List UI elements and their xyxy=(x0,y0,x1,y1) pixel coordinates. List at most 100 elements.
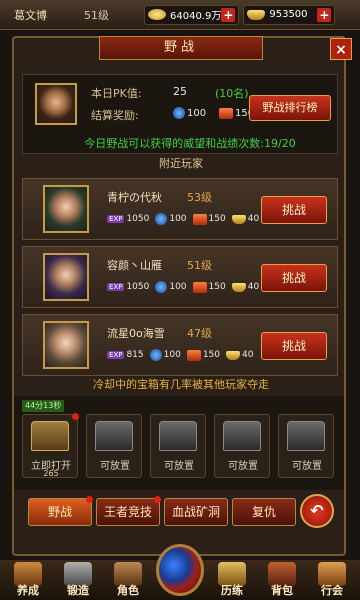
nav-label: 背包 xyxy=(271,584,293,597)
self-avatar xyxy=(35,83,77,125)
challenge-button[interactable]: 挑战 xyxy=(261,332,327,360)
ingot-value: 40 xyxy=(242,350,254,360)
reward-orb-value: 100 xyxy=(187,107,207,119)
orb-value: 100 xyxy=(163,350,181,360)
opponent-level: 53级 xyxy=(187,191,212,204)
merit-badge-icon xyxy=(186,349,201,361)
challenge-button[interactable]: 挑战 xyxy=(261,196,327,224)
tab-blood-mine[interactable]: 血战矿洞 xyxy=(164,498,228,526)
opponent-rewards: EXP 1050 100 150 40 xyxy=(107,213,265,225)
nearby-players-title: 附近玩家 xyxy=(159,157,203,170)
nav-forge[interactable]: 锻造 xyxy=(56,560,100,600)
chest-label: 可放置 xyxy=(164,461,194,472)
chest-slot-empty[interactable]: 可放置 xyxy=(150,414,206,478)
merit-badge-icon xyxy=(192,281,207,293)
exp-value: 815 xyxy=(126,350,144,360)
chest-cost: 265 xyxy=(43,469,59,478)
add-gold-button[interactable]: + xyxy=(317,7,332,22)
exp-icon: EXP xyxy=(107,351,125,359)
panel-title: 野战 xyxy=(99,36,263,60)
back-button[interactable]: ↶ xyxy=(300,494,334,528)
close-button[interactable]: × xyxy=(330,38,352,60)
top-status-bar: 葛文博 51级 64040.9万 + 953500 + xyxy=(0,0,360,30)
nav-label: 行会 xyxy=(321,584,343,597)
notification-dot xyxy=(86,496,93,503)
nav-bag[interactable]: 背包 xyxy=(260,560,304,600)
field-battle-panel: 野战 × 本日PK值: 25 (10名) 结算奖励: 100 150 野战排行榜… xyxy=(12,36,352,556)
prestige-orb-icon xyxy=(155,213,168,225)
chest-icon xyxy=(31,421,69,451)
opponent-name: 青柠の代秋 xyxy=(107,191,162,204)
chest-label: 可放置 xyxy=(100,461,130,472)
badge-value: 150 xyxy=(202,350,221,360)
player-level: 51级 xyxy=(84,8,109,22)
silver-coin-icon xyxy=(148,9,166,20)
chest-icon xyxy=(223,421,261,451)
player-name: 葛文博 xyxy=(14,8,47,22)
field-ranking-button[interactable]: 野战排行榜 xyxy=(249,95,331,121)
notification-dot xyxy=(72,413,79,420)
silver-resource: 64040.9万 + xyxy=(144,4,240,25)
silver-amount: 64040.9万 xyxy=(170,11,222,22)
exp-value: 1050 xyxy=(126,214,150,224)
opponent-avatar xyxy=(43,185,89,233)
chest-icon xyxy=(159,421,197,451)
pk-label: 本日PK值: xyxy=(91,87,142,100)
tab-field-battle[interactable]: 野战 xyxy=(28,498,92,526)
nav-training[interactable]: 历练 xyxy=(210,560,254,600)
chest-icon xyxy=(287,421,325,451)
opponent-avatar xyxy=(43,253,89,301)
prestige-orb-icon xyxy=(149,349,162,361)
nav-label: 锻造 xyxy=(67,584,89,597)
notification-dot xyxy=(154,496,161,503)
nav-character[interactable]: 角色 xyxy=(106,560,150,600)
chest-icon xyxy=(95,421,133,451)
orb-value: 100 xyxy=(169,282,187,292)
gold-ingot-icon xyxy=(231,282,246,292)
nav-label: 历练 xyxy=(221,584,243,597)
tab-revenge[interactable]: 复仇 xyxy=(232,498,296,526)
opponent-card: 流星0o海雪 47级 EXP 815 100 150 40 挑战 xyxy=(22,314,338,376)
opponent-name: 流星0o海雪 xyxy=(107,327,165,340)
pk-rank: (10名) xyxy=(215,87,249,100)
pk-info-box: 本日PK值: 25 (10名) 结算奖励: 100 150 野战排行榜 今日野战… xyxy=(22,74,338,154)
orb-value: 100 xyxy=(169,214,187,224)
opponent-level: 47级 xyxy=(187,327,212,340)
tab-king-arena[interactable]: 王者竞技 xyxy=(96,498,160,526)
nav-cultivate[interactable]: 养成 xyxy=(6,560,50,600)
ingot-value: 40 xyxy=(247,282,260,292)
nav-guild[interactable]: 行会 xyxy=(310,560,354,600)
merit-badge-icon xyxy=(192,213,207,225)
badge-value: 150 xyxy=(208,214,226,224)
challenge-button[interactable]: 挑战 xyxy=(261,264,327,292)
chest-timer: 44分13秒 xyxy=(22,400,65,412)
gold-amount: 953500 xyxy=(269,9,308,20)
exp-icon: EXP xyxy=(107,283,125,291)
chest-slot-empty[interactable]: 可放置 xyxy=(278,414,334,478)
gold-ingot-icon xyxy=(226,350,241,360)
chest-slot-empty[interactable]: 可放置 xyxy=(214,414,270,478)
add-silver-button[interactable]: + xyxy=(221,7,236,22)
ingot-value: 40 xyxy=(247,214,260,224)
center-orb-button[interactable] xyxy=(156,544,204,596)
reward-orb: 100 xyxy=(173,106,206,119)
exp-value: 1050 xyxy=(126,282,150,292)
opponent-rewards: EXP 1050 100 150 40 xyxy=(107,281,265,293)
chest-strip: 44分13秒 立即打开 265 可放置 可放置 可放置 可放置 xyxy=(14,396,344,490)
reward-label: 结算奖励: xyxy=(91,109,139,122)
opponent-rewards: EXP 815 100 150 40 xyxy=(107,349,259,361)
chest-slot-open[interactable]: 立即打开 265 xyxy=(22,413,79,478)
opponent-level: 51级 xyxy=(187,259,212,272)
gold-ingot-icon xyxy=(247,9,266,20)
opponent-name: 容颜丶山雁 xyxy=(107,259,162,272)
opponent-avatar xyxy=(43,321,89,369)
badge-value: 150 xyxy=(208,282,226,292)
chest-slot-empty[interactable]: 可放置 xyxy=(86,414,142,478)
nav-label: 养成 xyxy=(17,584,39,597)
chest-label: 可放置 xyxy=(292,461,322,472)
gold-ingot-icon xyxy=(231,214,246,224)
pk-value: 25 xyxy=(173,85,187,98)
exp-icon: EXP xyxy=(107,215,125,223)
chest-label: 可放置 xyxy=(228,461,258,472)
nav-label: 角色 xyxy=(117,584,139,597)
